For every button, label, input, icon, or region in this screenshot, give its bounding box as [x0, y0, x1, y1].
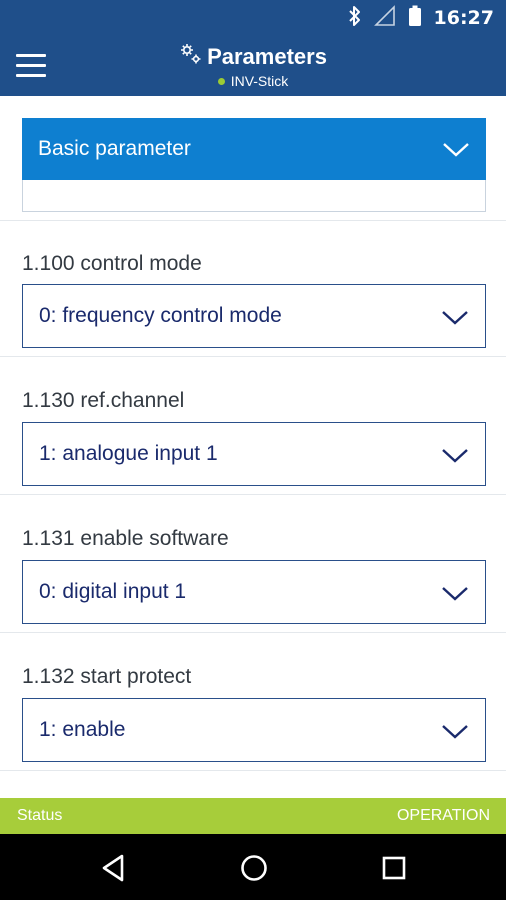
- clock-time: 16:27: [433, 7, 494, 29]
- param-value: 1: analogue input 1: [39, 442, 218, 465]
- signal-icon: [373, 4, 396, 32]
- chevron-down-icon: [442, 136, 470, 167]
- divider: [0, 770, 506, 771]
- param-label-start-protect: 1.132 start protect: [22, 665, 192, 688]
- parameter-list: Basic parameter 1.100 control mode 0: fr…: [0, 96, 506, 798]
- device-name: INV-Stick: [230, 73, 289, 89]
- gears-icon: [179, 42, 203, 71]
- app-title-block: Parameters INV-Stick: [0, 42, 506, 89]
- chevron-down-icon: [441, 442, 469, 473]
- back-icon[interactable]: [98, 852, 130, 884]
- page-title: Parameters: [207, 43, 327, 69]
- chevron-down-icon: [441, 304, 469, 335]
- param-dropdown-start-protect[interactable]: 1: enable: [22, 698, 486, 762]
- parameter-group-dropdown[interactable]: Basic parameter: [22, 118, 486, 180]
- divider: [0, 632, 506, 633]
- device-status-bar: Status OPERATION: [0, 798, 506, 834]
- param-dropdown-ref-channel[interactable]: 1: analogue input 1: [22, 422, 486, 486]
- app-bar: Parameters INV-Stick: [0, 36, 506, 96]
- system-navigation-bar: [0, 834, 506, 900]
- recents-icon[interactable]: [378, 852, 410, 884]
- status-label: Status: [17, 807, 63, 824]
- parameter-group-panel: [22, 180, 486, 212]
- status-value: OPERATION: [396, 807, 490, 824]
- param-value: 1: enable: [39, 718, 126, 741]
- divider: [0, 356, 506, 357]
- param-label-ref-channel: 1.130 ref.channel: [22, 389, 185, 412]
- parameter-group-selected: Basic parameter: [38, 137, 191, 160]
- param-dropdown-enable-software[interactable]: 0: digital input 1: [22, 560, 486, 624]
- param-dropdown-control-mode[interactable]: 0: frequency control mode: [22, 284, 486, 348]
- param-label-control-mode: 1.100 control mode: [22, 252, 202, 275]
- param-value: 0: frequency control mode: [39, 304, 282, 327]
- param-label-enable-software: 1.131 enable software: [22, 527, 229, 550]
- battery-icon: [408, 5, 422, 32]
- param-value: 0: digital input 1: [39, 580, 187, 603]
- divider: [0, 494, 506, 495]
- chevron-down-icon: [441, 718, 469, 749]
- divider: [0, 220, 506, 221]
- home-icon[interactable]: [238, 852, 270, 884]
- system-status-bar: 16:27: [0, 0, 506, 36]
- chevron-down-icon: [441, 580, 469, 611]
- status-icons: 16:27: [348, 0, 494, 36]
- bluetooth-icon: [348, 5, 362, 32]
- connection-status-dot: [217, 77, 225, 85]
